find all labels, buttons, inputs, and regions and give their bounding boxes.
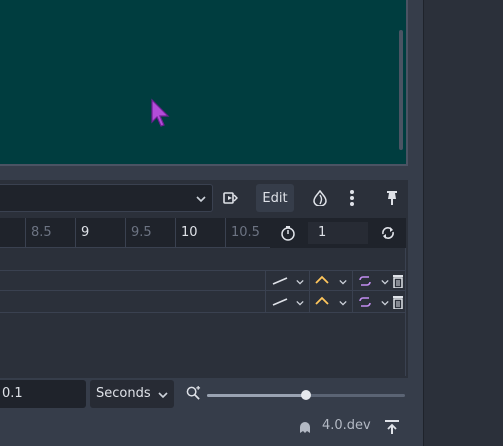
zoom-icon <box>186 386 201 400</box>
loop-wrap-icon[interactable] <box>357 296 373 308</box>
godot-logo-icon <box>300 422 310 433</box>
more-options-button[interactable] <box>344 184 360 212</box>
onion-icon <box>313 190 327 206</box>
snap-unit-label: Seconds <box>96 386 151 401</box>
update-mode-icon[interactable] <box>272 276 288 286</box>
snap-step-input[interactable]: 0.1 <box>0 380 86 408</box>
edit-menu-button[interactable]: Edit <box>256 184 294 212</box>
chevron-down-icon[interactable] <box>296 278 304 286</box>
chevron-down-icon[interactable] <box>296 299 304 307</box>
timeline-tick: 10.5 <box>225 218 260 248</box>
timeline-tick: 8.5 <box>25 218 52 248</box>
stopwatch-icon <box>281 226 295 241</box>
zoom-slider-grabber[interactable] <box>301 390 311 400</box>
version-label: 4.0.dev <box>322 418 371 433</box>
animation-selector[interactable] <box>0 184 213 212</box>
animation-toolbar: Edit <box>0 182 408 214</box>
chevron-down-icon[interactable] <box>381 299 389 307</box>
zoom-slider-fill <box>207 394 306 397</box>
loop-wrap-icon[interactable] <box>357 275 373 287</box>
autoplay-icon <box>223 192 238 204</box>
track-row[interactable] <box>0 292 406 313</box>
pin-button[interactable] <box>384 184 400 212</box>
editor-status-bar: 4.0.dev <box>0 410 423 446</box>
zoom-slider[interactable] <box>207 390 405 400</box>
autoplay-button[interactable] <box>220 184 240 212</box>
onion-skinning-button[interactable] <box>310 184 330 212</box>
interpolation-icon[interactable] <box>314 296 330 306</box>
expand-bottom-panel-icon[interactable] <box>384 419 400 435</box>
chevron-down-icon[interactable] <box>381 278 389 286</box>
snap-unit-select[interactable]: Seconds <box>90 380 174 408</box>
pin-icon <box>387 191 397 205</box>
dock-splitter[interactable] <box>408 0 423 446</box>
interpolation-icon[interactable] <box>314 275 330 285</box>
viewport-vscrollbar[interactable] <box>399 30 403 150</box>
trash-icon[interactable] <box>392 274 404 288</box>
chevron-down-icon[interactable] <box>339 278 347 286</box>
loop-icon[interactable] <box>380 225 396 241</box>
timeline-tick: 10 <box>175 218 198 248</box>
update-mode-icon[interactable] <box>272 297 288 307</box>
chevron-down-icon[interactable] <box>339 299 347 307</box>
timeline-tick: 9 <box>75 218 89 248</box>
trash-icon[interactable] <box>392 295 404 309</box>
timeline-tick: 9.5 <box>125 218 152 248</box>
editor-viewport[interactable] <box>0 0 408 166</box>
timeline-ruler[interactable]: 8.5 9 9.5 10 10.5 1 <box>0 218 406 248</box>
right-dock-panel <box>423 0 503 446</box>
chevron-down-icon <box>196 196 206 203</box>
mouse-cursor-icon <box>151 98 170 127</box>
animation-length-input[interactable]: 1 <box>308 222 368 244</box>
track-row[interactable] <box>0 270 406 292</box>
kebab-menu-icon <box>350 190 354 206</box>
chevron-down-icon <box>158 392 168 399</box>
animation-bottom-bar: 0.1 Seconds <box>0 378 408 410</box>
